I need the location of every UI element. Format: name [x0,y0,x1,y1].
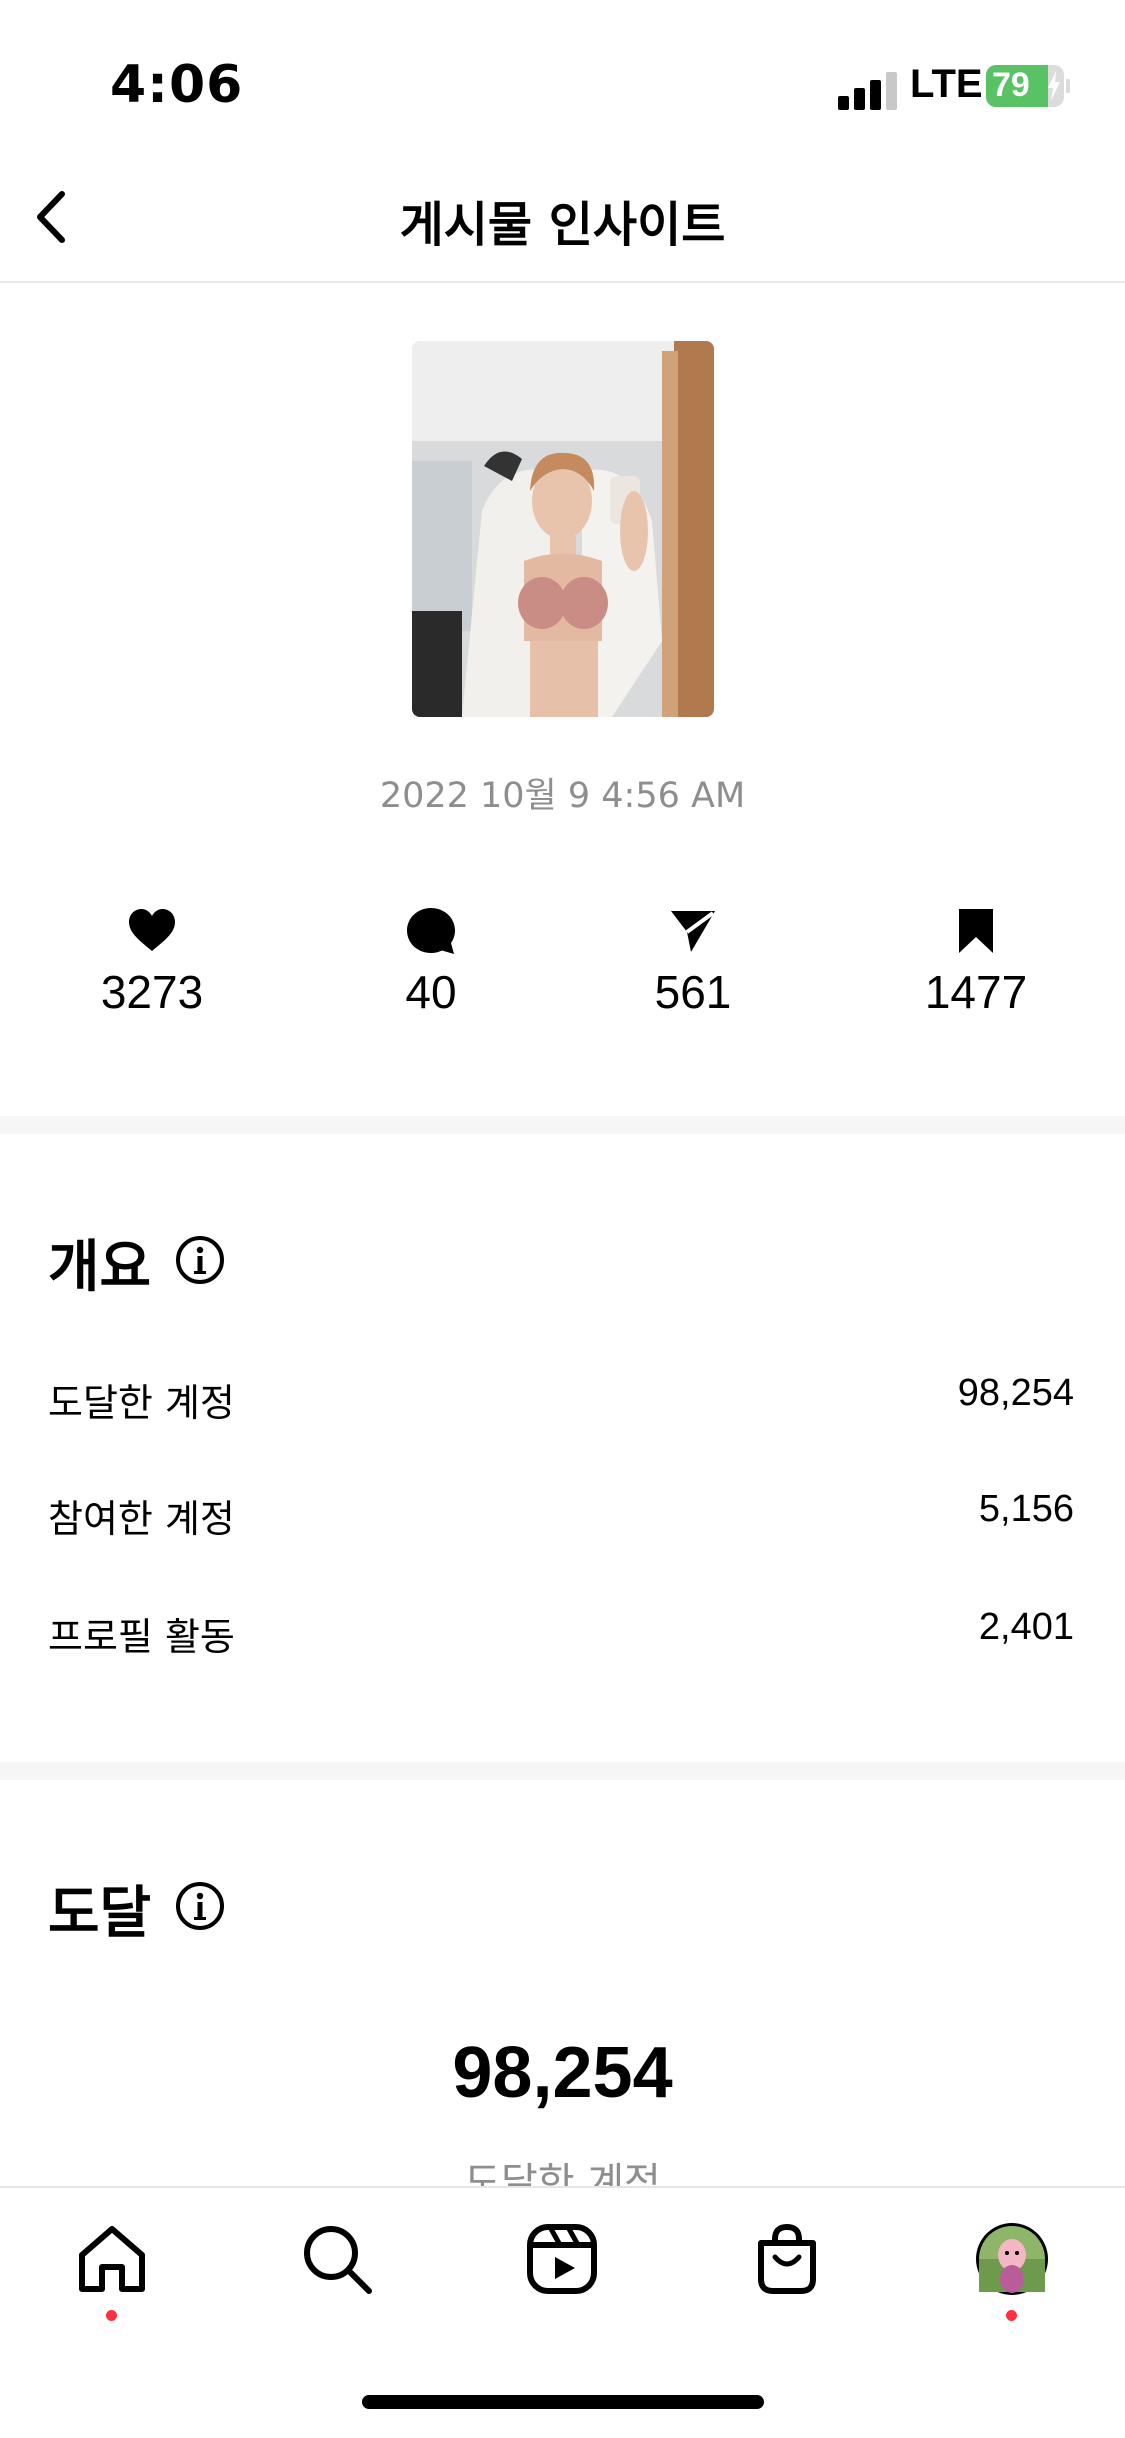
bookmark-icon [959,909,993,953]
tab-reels[interactable] [517,2214,607,2304]
reach-total: 98,254 [452,2033,673,2113]
search-icon [304,2226,372,2294]
battery-icon: 79 [986,65,1070,109]
saves-stat: 1477 [876,905,1076,1019]
section-divider [0,1762,1125,1780]
status-time: 4:06 [110,55,244,115]
shares-count: 561 [654,966,732,1018]
comments-stat: 40 [331,905,531,1019]
overview-row-value: 2,401 [978,1606,1074,1648]
saves-count: 1477 [924,966,1028,1018]
overview-row-label: 프로필 활동 [48,1615,235,1659]
reels-icon [527,2224,597,2294]
reach-title: 도달 [48,1881,152,1946]
overview-row-value: 5,156 [978,1488,1074,1530]
overview-row-label: 도달한 계정 [48,1381,235,1425]
home-icon [79,2226,145,2292]
page-title: 게시물 인사이트 [399,197,726,253]
tab-profile[interactable] [967,2214,1057,2304]
avatar [976,2223,1048,2295]
likes-stat: 3273 [52,905,252,1019]
header-divider [0,281,1125,283]
heart-icon [129,909,175,951]
likes-count: 3273 [100,966,204,1018]
tab-shop[interactable] [742,2214,832,2304]
overview-row-label: 참여한 계정 [48,1497,235,1541]
tab-search[interactable] [292,2214,382,2304]
comment-icon [407,908,455,954]
post-date: 2022 10월 9 4:56 AM [379,776,746,816]
overview-info-icon[interactable] [175,1235,225,1285]
comments-count: 40 [405,966,457,1018]
section-divider [0,1116,1125,1134]
overview-title: 개요 [48,1235,152,1300]
reach-info-icon[interactable] [175,1881,225,1931]
network-type: LTE [910,62,983,106]
signal-strength-icon [838,68,900,110]
battery-percent: 79 [992,66,1030,104]
post-thumbnail[interactable] [412,341,714,717]
shares-stat: 561 [593,905,793,1019]
overview-row-value: 98,254 [957,1372,1074,1414]
home-notification-dot [106,2310,117,2321]
share-icon [671,911,715,952]
tab-home[interactable] [67,2214,157,2304]
profile-notification-dot [1006,2310,1017,2321]
shop-bag-icon [758,2223,816,2294]
home-indicator [362,2395,764,2409]
charging-bolt-icon [1048,71,1060,101]
